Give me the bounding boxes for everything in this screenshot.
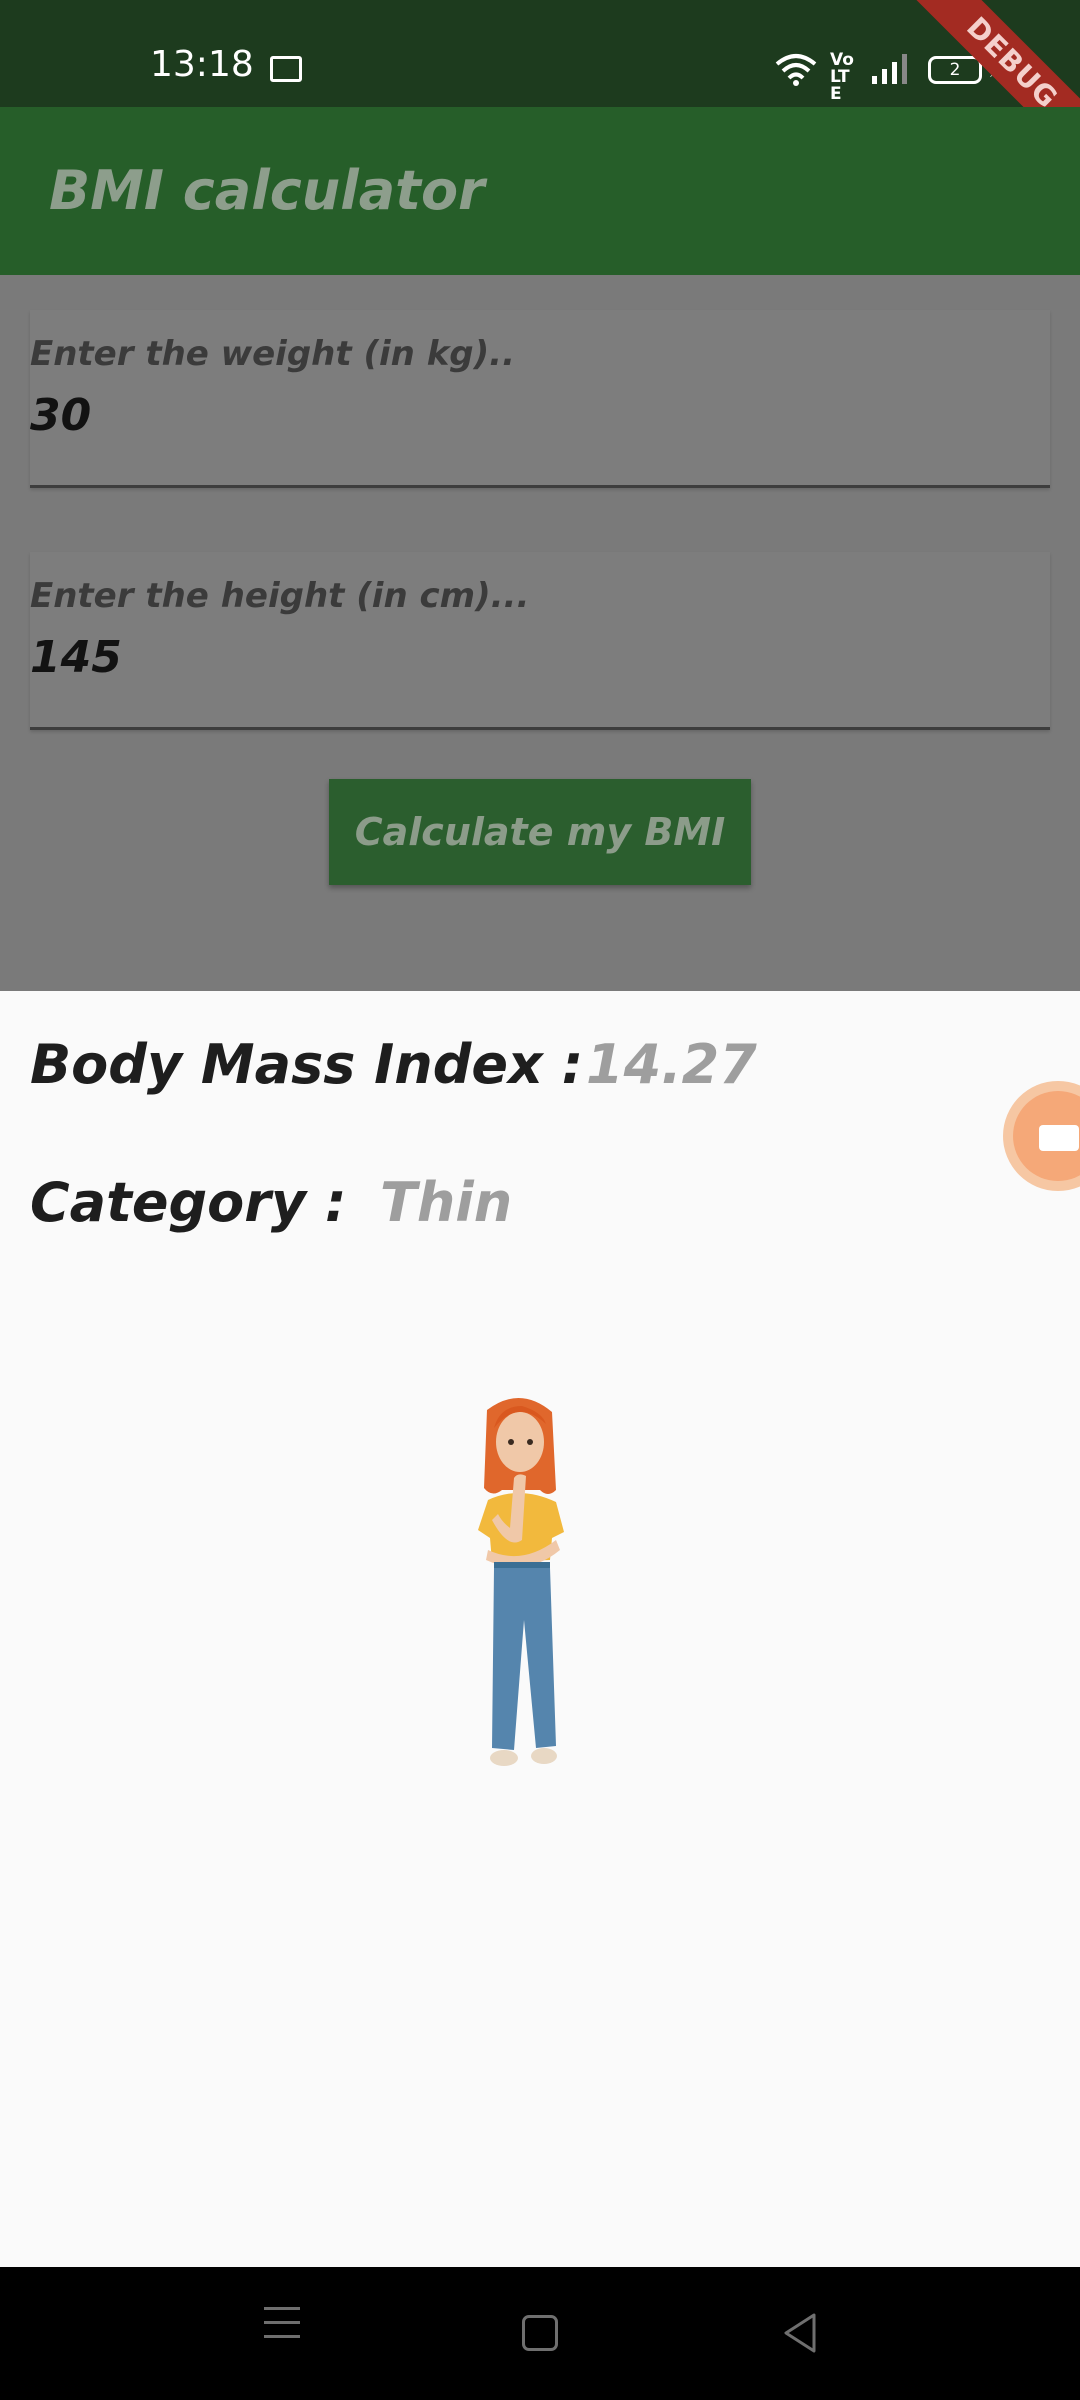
height-field[interactable]: Enter the height (in cm)... 145 — [30, 552, 1050, 730]
bmi-label: Body Mass Index : — [30, 1033, 584, 1096]
page-title: BMI calculator — [49, 159, 485, 222]
outlook-icon — [270, 56, 302, 82]
back-icon[interactable] — [780, 2311, 820, 2355]
menu-icon[interactable] — [264, 2307, 300, 2349]
weight-label: Enter the weight (in kg).. — [30, 334, 516, 374]
height-label: Enter the height (in cm)... — [30, 576, 530, 616]
system-nav-bar — [0, 2267, 1080, 2400]
status-bar: 13:18 Vo LTE 2 ⚡ DEBUG — [0, 0, 1080, 172]
category-value: Thin — [380, 1171, 513, 1234]
status-time: 13:18 — [150, 44, 254, 85]
calculate-bmi-button[interactable]: Calculate my BMI — [329, 779, 751, 885]
screen-recorder-icon — [1013, 1091, 1080, 1181]
weight-value[interactable]: 30 — [30, 390, 91, 441]
app-bar: BMI calculator — [0, 107, 1080, 275]
thinking-girl-illustration — [478, 1397, 564, 1766]
weight-field[interactable]: Enter the weight (in kg).. 30 — [30, 310, 1050, 488]
category-label: Category : — [30, 1171, 347, 1234]
bmi-value: 14.27 — [586, 1033, 757, 1096]
height-value[interactable]: 145 — [30, 632, 122, 683]
volte-indicator: Vo LTE — [830, 50, 854, 104]
battery-icon: 2 — [928, 56, 982, 84]
signal-icon — [872, 54, 907, 84]
result-sheet: Body Mass Index : 14.27 Category : Thin — [0, 991, 1080, 2267]
wifi-icon — [775, 54, 817, 86]
home-icon[interactable] — [522, 2315, 558, 2351]
